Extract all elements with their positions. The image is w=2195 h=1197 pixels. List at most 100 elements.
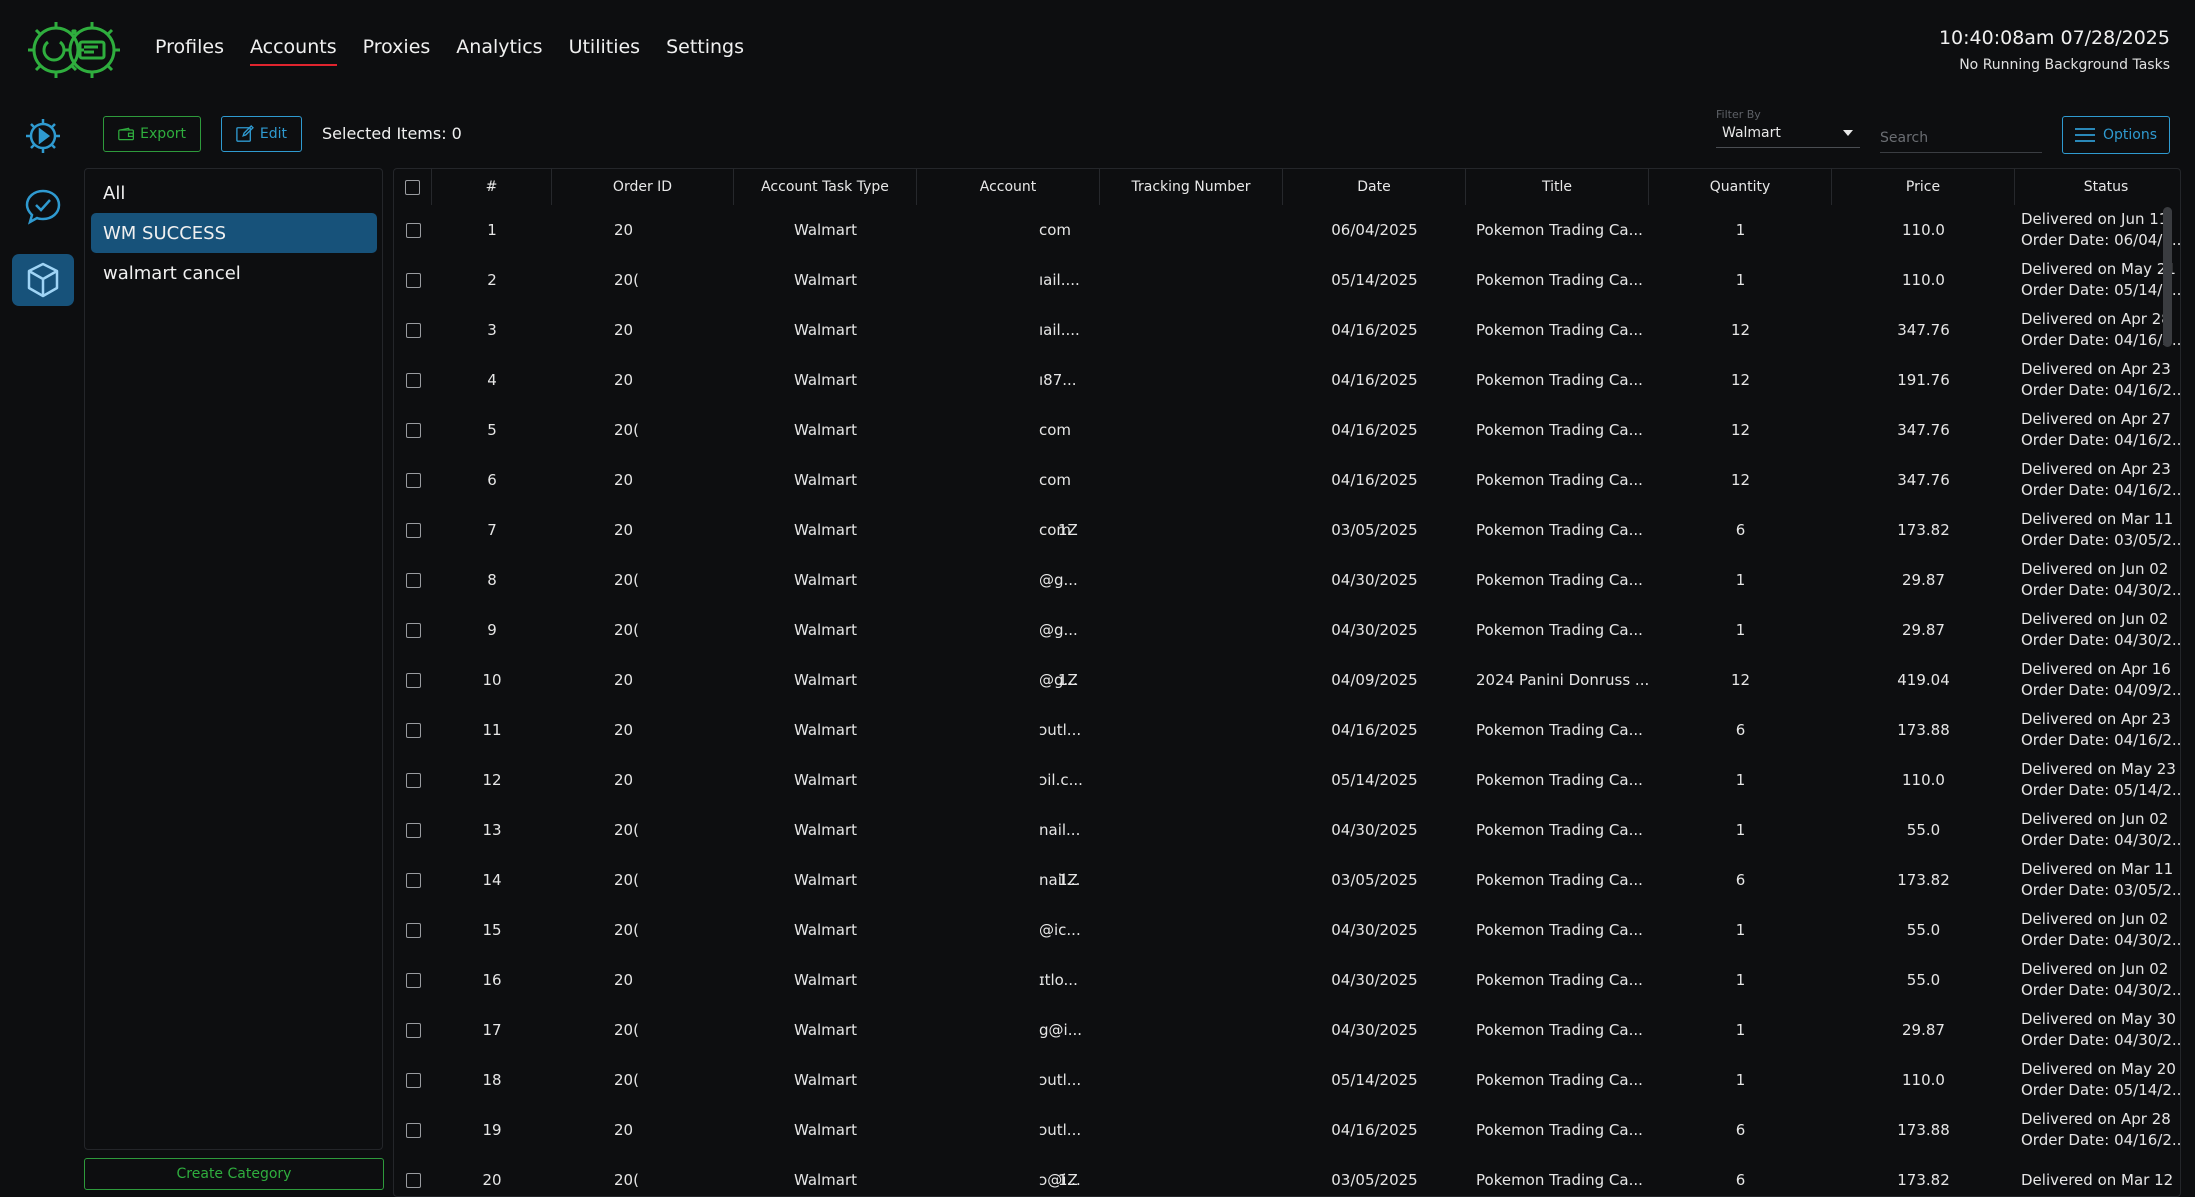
category-walmart-cancel[interactable]: walmart cancel xyxy=(91,253,377,293)
status-order-date: Order Date: 05/14/2... xyxy=(2021,1081,2181,1099)
table-row[interactable]: 10 20 Walmart @g... 1Z 04/09/2025 2024 Panini … xyxy=(394,655,2180,705)
table-row[interactable]: 13 20(Walmart nail... 04/30/2025 Pokemon Tra… xyxy=(394,805,2180,855)
create-category-button[interactable]: Create Category xyxy=(84,1158,384,1190)
table-row[interactable]: 15 20(Walmart @ic... 04/30/2025 Pokemon Trad… xyxy=(394,905,2180,955)
row-checkbox[interactable] xyxy=(405,422,421,438)
row-price: 173.88 xyxy=(1897,1121,1950,1139)
row-checkbox[interactable] xyxy=(405,1172,421,1188)
row-checkbox[interactable] xyxy=(405,822,421,838)
row-checkbox[interactable] xyxy=(405,872,421,888)
row-quantity: 1 xyxy=(1735,271,1746,289)
options-button[interactable]: Options xyxy=(2062,116,2170,154)
row-number: 13 xyxy=(482,821,502,839)
table-row[interactable]: 9 20(Walmart @g... 04/30/2025 Pokemon Tradin… xyxy=(394,605,2180,655)
col-date[interactable]: Date xyxy=(1283,169,1466,205)
table-row[interactable]: 16 20 Walmart ɪtlo... 04/30/2025 Pokemon Trad… xyxy=(394,955,2180,1005)
status-order-date: Order Date: 04/30/2... xyxy=(2021,1031,2181,1049)
row-checkbox[interactable] xyxy=(405,322,421,338)
table-row[interactable]: 3 20 Walmart ıail.... 04/16/2025 Pokemon Trad… xyxy=(394,305,2180,355)
edit-button[interactable]: Edit xyxy=(221,116,302,152)
row-checkbox[interactable] xyxy=(405,222,421,238)
nav-analytics[interactable]: Analytics xyxy=(456,36,542,66)
rail-tasks-button[interactable] xyxy=(12,110,74,162)
row-quantity: 1 xyxy=(1735,571,1746,589)
nav-settings[interactable]: Settings xyxy=(666,36,744,66)
row-checkbox[interactable] xyxy=(405,922,421,938)
row-checkbox-cell xyxy=(394,655,432,705)
table-row[interactable]: 20 20(Walmart ɔ@i... 1Z 03/05/2025 Pokemon Tr… xyxy=(394,1155,2180,1196)
row-price: 347.76 xyxy=(1897,471,1950,489)
table-row[interactable]: 2 20(Walmart ıail.... 05/14/2025 Pokemon Tra… xyxy=(394,255,2180,305)
category-all[interactable]: All xyxy=(91,173,377,213)
row-title: Pokemon Trading Ca... xyxy=(1476,1021,1643,1039)
table-row[interactable]: 18 20(Walmart ɔutl... 05/14/2025 Pokemon Tra… xyxy=(394,1055,2180,1105)
nav-utilities[interactable]: Utilities xyxy=(569,36,641,66)
table-row[interactable]: 7 20 Walmart com 1Z 03/05/2025 Pokemon Trading… xyxy=(394,505,2180,555)
row-checkbox[interactable] xyxy=(405,272,421,288)
row-quantity: 1 xyxy=(1735,821,1746,839)
table-scrollbar[interactable] xyxy=(2163,207,2172,347)
row-quantity: 1 xyxy=(1735,621,1746,639)
table-row[interactable]: 4 20 Walmart ı87... 04/16/2025 Pokemon Tradin… xyxy=(394,355,2180,405)
table-row[interactable]: 14 20(Walmart nail... 1Z 03/05/2025 Pokemon T… xyxy=(394,855,2180,905)
row-date: 03/05/2025 xyxy=(1331,521,1418,539)
select-all-checkbox[interactable] xyxy=(405,179,420,195)
nav-profiles[interactable]: Profiles xyxy=(155,36,224,66)
table-row[interactable]: 5 20(Walmart com 04/16/2025 Pokemon Trading … xyxy=(394,405,2180,455)
nav-proxies[interactable]: Proxies xyxy=(363,36,431,66)
row-title: Pokemon Trading Ca... xyxy=(1476,571,1643,589)
col-task-type[interactable]: Account Task Type xyxy=(734,169,917,205)
table-row[interactable]: 6 20 Walmart com 04/16/2025 Pokemon Trading C… xyxy=(394,455,2180,505)
row-task-type: Walmart xyxy=(793,1121,858,1139)
category-wm-success[interactable]: WM SUCCESS xyxy=(91,213,377,253)
search-input[interactable] xyxy=(1880,126,2042,153)
col-tracking[interactable]: Tracking Number xyxy=(1100,169,1283,205)
table-row[interactable]: 8 20(Walmart @g... 04/30/2025 Pokemon Tradin… xyxy=(394,555,2180,605)
row-checkbox[interactable] xyxy=(405,1072,421,1088)
col-status[interactable]: Status xyxy=(2015,169,2180,205)
row-checkbox[interactable] xyxy=(405,972,421,988)
col-order-id[interactable]: Order ID xyxy=(552,169,734,205)
nav-accounts[interactable]: Accounts xyxy=(249,36,337,66)
row-checkbox[interactable] xyxy=(405,522,421,538)
row-price: 419.04 xyxy=(1897,671,1950,689)
col-num[interactable]: # xyxy=(432,169,552,205)
table-row[interactable]: 11 20 Walmart ɔutl... 04/16/2025 Pokemon Trad… xyxy=(394,705,2180,755)
row-checkbox[interactable] xyxy=(405,672,421,688)
row-checkbox[interactable] xyxy=(405,372,421,388)
status-order-date: Order Date: 04/30/2... xyxy=(2021,581,2181,599)
table-header: # Order ID Account Task Type Account Tra… xyxy=(394,169,2180,205)
col-price[interactable]: Price xyxy=(1832,169,2015,205)
table-row[interactable]: 12 20 Walmart ɔil.c... 05/14/2025 Pokemon Tra… xyxy=(394,755,2180,805)
row-number: 4 xyxy=(487,371,497,389)
rail-accounts-button[interactable] xyxy=(12,254,74,306)
table-row[interactable]: 1 20 Walmart com 06/04/2025 Pokemon Trading C… xyxy=(394,205,2180,255)
col-account[interactable]: Account xyxy=(917,169,1100,205)
row-task-type: Walmart xyxy=(793,621,858,639)
row-date: 05/14/2025 xyxy=(1331,271,1418,289)
col-title[interactable]: Title xyxy=(1466,169,1649,205)
row-tracking xyxy=(1058,455,1158,505)
row-task-type: Walmart xyxy=(793,971,858,989)
table-row[interactable]: 19 20 Walmart ɔutl... 04/16/2025 Pokemon Trad… xyxy=(394,1105,2180,1155)
row-checkbox[interactable] xyxy=(405,622,421,638)
row-title: Pokemon Trading Ca... xyxy=(1476,1171,1643,1189)
chat-check-icon xyxy=(25,189,61,225)
rail-monitor-button[interactable] xyxy=(12,180,74,232)
row-checkbox-cell xyxy=(394,1105,432,1155)
row-checkbox[interactable] xyxy=(405,472,421,488)
status-order-date: Order Date: 05/14/2... xyxy=(2021,781,2181,799)
row-checkbox[interactable] xyxy=(405,1122,421,1138)
col-quantity[interactable]: Quantity xyxy=(1649,169,1832,205)
table-row[interactable]: 17 20(Walmart g@i... 04/30/2025 Pokemon Trad… xyxy=(394,1005,2180,1055)
row-checkbox-cell xyxy=(394,1005,432,1055)
status-order-date: Order Date: 04/30/2... xyxy=(2021,931,2181,949)
row-checkbox[interactable] xyxy=(405,1022,421,1038)
row-task-type: Walmart xyxy=(793,1171,858,1189)
export-button[interactable]: Export xyxy=(103,116,201,152)
row-checkbox[interactable] xyxy=(405,722,421,738)
row-checkbox[interactable] xyxy=(405,772,421,788)
row-checkbox[interactable] xyxy=(405,572,421,588)
row-title: Pokemon Trading Ca... xyxy=(1476,971,1643,989)
filter-by-dropdown[interactable]: Filter By Walmart xyxy=(1716,108,1860,148)
